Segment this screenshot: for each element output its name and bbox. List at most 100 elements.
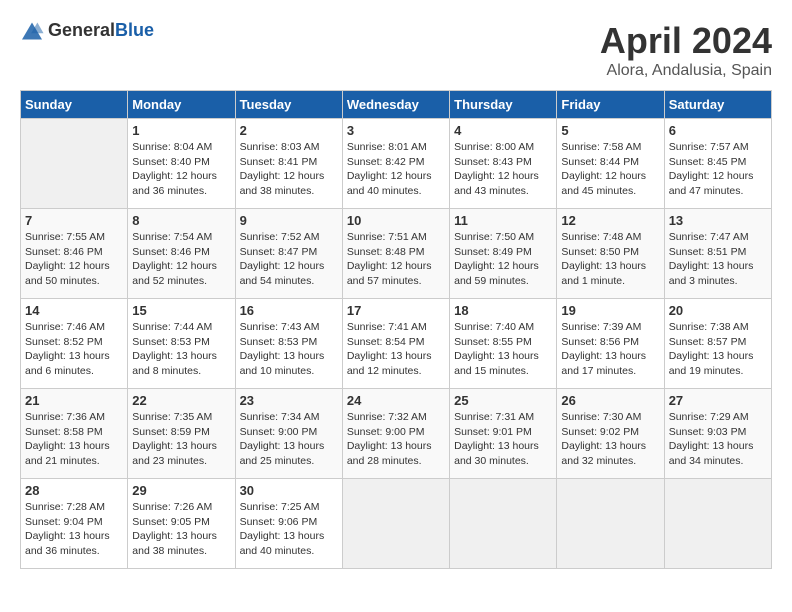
day-number: 13 — [669, 213, 767, 228]
day-number: 7 — [25, 213, 123, 228]
day-info: Sunrise: 7:31 AMSunset: 9:01 PMDaylight:… — [454, 410, 552, 469]
calendar-day-cell: 30 Sunrise: 7:25 AMSunset: 9:06 PMDayligh… — [235, 479, 342, 569]
calendar-week-row: 1 Sunrise: 8:04 AMSunset: 8:40 PMDaylight… — [21, 119, 772, 209]
day-number: 29 — [132, 483, 230, 498]
calendar-day-cell: 4Sunrise: 8:00 AMSunset: 8:43 PMDaylight… — [450, 119, 557, 209]
calendar-day-cell: 2 Sunrise: 8:03 AMSunset: 8:41 PMDaylight… — [235, 119, 342, 209]
day-number: 8 — [132, 213, 230, 228]
calendar-day-cell: 14 Sunrise: 7:46 AMSunset: 8:52 PMDayligh… — [21, 299, 128, 389]
calendar-day-cell: 13 Sunrise: 7:47 AMSunset: 8:51 PMDayligh… — [664, 209, 771, 299]
day-info: Sunrise: 7:46 AMSunset: 8:52 PMDaylight:… — [25, 320, 123, 379]
day-number: 12 — [561, 213, 659, 228]
calendar-day-cell: 21 Sunrise: 7:36 AMSunset: 8:58 PMDayligh… — [21, 389, 128, 479]
day-number: 28 — [25, 483, 123, 498]
day-number: 22 — [132, 393, 230, 408]
day-number: 3 — [347, 123, 445, 138]
weekday-header: Saturday — [664, 91, 771, 119]
weekday-header: Thursday — [450, 91, 557, 119]
day-info: Sunrise: 8:03 AMSunset: 8:41 PMDaylight:… — [240, 140, 338, 199]
day-info: Sunrise: 7:36 AMSunset: 8:58 PMDaylight:… — [25, 410, 123, 469]
day-info: Sunrise: 7:34 AMSunset: 9:00 PMDaylight:… — [240, 410, 338, 469]
day-number: 5 — [561, 123, 659, 138]
calendar-day-cell: 23 Sunrise: 7:34 AMSunset: 9:00 PMDayligh… — [235, 389, 342, 479]
day-info: Sunrise: 8:04 AMSunset: 8:40 PMDaylight:… — [132, 140, 230, 199]
calendar-day-cell — [557, 479, 664, 569]
day-info: Sunrise: 7:40 AMSunset: 8:55 PMDaylight:… — [454, 320, 552, 379]
day-number: 1 — [132, 123, 230, 138]
calendar-week-row: 7Sunrise: 7:55 AMSunset: 8:46 PMDaylight… — [21, 209, 772, 299]
calendar-day-cell: 25Sunrise: 7:31 AMSunset: 9:01 PMDayligh… — [450, 389, 557, 479]
day-number: 4 — [454, 123, 552, 138]
day-info: Sunrise: 7:43 AMSunset: 8:53 PMDaylight:… — [240, 320, 338, 379]
day-number: 21 — [25, 393, 123, 408]
day-number: 23 — [240, 393, 338, 408]
day-info: Sunrise: 7:41 AMSunset: 8:54 PMDaylight:… — [347, 320, 445, 379]
calendar-day-cell: 27 Sunrise: 7:29 AMSunset: 9:03 PMDayligh… — [664, 389, 771, 479]
calendar-day-cell: 12Sunrise: 7:48 AMSunset: 8:50 PMDayligh… — [557, 209, 664, 299]
day-info: Sunrise: 7:30 AMSunset: 9:02 PMDaylight:… — [561, 410, 659, 469]
day-number: 18 — [454, 303, 552, 318]
calendar-day-cell: 6Sunrise: 7:57 AMSunset: 8:45 PMDaylight… — [664, 119, 771, 209]
calendar-week-row: 21 Sunrise: 7:36 AMSunset: 8:58 PMDayligh… — [21, 389, 772, 479]
calendar-day-cell: 20Sunrise: 7:38 AMSunset: 8:57 PMDayligh… — [664, 299, 771, 389]
calendar-day-cell: 22Sunrise: 7:35 AMSunset: 8:59 PMDayligh… — [128, 389, 235, 479]
day-number: 9 — [240, 213, 338, 228]
location-title: Alora, Andalusia, Spain — [600, 62, 772, 80]
calendar-day-cell: 3Sunrise: 8:01 AMSunset: 8:42 PMDaylight… — [342, 119, 449, 209]
day-number: 30 — [240, 483, 338, 498]
logo-text: GeneralBlue — [48, 20, 154, 41]
page-header: GeneralBlue April 2024 Alora, Andalusia,… — [20, 20, 772, 80]
day-number: 27 — [669, 393, 767, 408]
day-number: 11 — [454, 213, 552, 228]
day-info: Sunrise: 7:25 AMSunset: 9:06 PMDaylight:… — [240, 500, 338, 559]
weekday-header: Tuesday — [235, 91, 342, 119]
day-number: 24 — [347, 393, 445, 408]
day-info: Sunrise: 7:44 AMSunset: 8:53 PMDaylight:… — [132, 320, 230, 379]
calendar-day-cell: 7Sunrise: 7:55 AMSunset: 8:46 PMDaylight… — [21, 209, 128, 299]
day-number: 19 — [561, 303, 659, 318]
day-number: 16 — [240, 303, 338, 318]
day-info: Sunrise: 7:38 AMSunset: 8:57 PMDaylight:… — [669, 320, 767, 379]
calendar-table: SundayMondayTuesdayWednesdayThursdayFrid… — [20, 90, 772, 569]
calendar-day-cell: 28 Sunrise: 7:28 AMSunset: 9:04 PMDayligh… — [21, 479, 128, 569]
day-number: 14 — [25, 303, 123, 318]
day-number: 2 — [240, 123, 338, 138]
day-info: Sunrise: 7:28 AMSunset: 9:04 PMDaylight:… — [25, 500, 123, 559]
day-info: Sunrise: 7:54 AMSunset: 8:46 PMDaylight:… — [132, 230, 230, 289]
calendar-day-cell — [342, 479, 449, 569]
weekday-header: Sunday — [21, 91, 128, 119]
weekday-header: Friday — [557, 91, 664, 119]
calendar-day-cell: 8 Sunrise: 7:54 AMSunset: 8:46 PMDaylight… — [128, 209, 235, 299]
day-number: 15 — [132, 303, 230, 318]
calendar-day-cell: 9 Sunrise: 7:52 AMSunset: 8:47 PMDaylight… — [235, 209, 342, 299]
header-row: SundayMondayTuesdayWednesdayThursdayFrid… — [21, 91, 772, 119]
day-info: Sunrise: 7:58 AMSunset: 8:44 PMDaylight:… — [561, 140, 659, 199]
weekday-header: Wednesday — [342, 91, 449, 119]
calendar-day-cell: 15 Sunrise: 7:44 AMSunset: 8:53 PMDayligh… — [128, 299, 235, 389]
weekday-header: Monday — [128, 91, 235, 119]
day-info: Sunrise: 7:51 AMSunset: 8:48 PMDaylight:… — [347, 230, 445, 289]
calendar-day-cell: 17 Sunrise: 7:41 AMSunset: 8:54 PMDayligh… — [342, 299, 449, 389]
logo: GeneralBlue — [20, 20, 154, 41]
calendar-day-cell: 18 Sunrise: 7:40 AMSunset: 8:55 PMDayligh… — [450, 299, 557, 389]
day-number: 26 — [561, 393, 659, 408]
day-info: Sunrise: 7:47 AMSunset: 8:51 PMDaylight:… — [669, 230, 767, 289]
day-number: 10 — [347, 213, 445, 228]
day-info: Sunrise: 7:32 AMSunset: 9:00 PMDaylight:… — [347, 410, 445, 469]
day-info: Sunrise: 7:29 AMSunset: 9:03 PMDaylight:… — [669, 410, 767, 469]
calendar-day-cell: 5 Sunrise: 7:58 AMSunset: 8:44 PMDaylight… — [557, 119, 664, 209]
month-title: April 2024 — [600, 20, 772, 62]
calendar-week-row: 28 Sunrise: 7:28 AMSunset: 9:04 PMDayligh… — [21, 479, 772, 569]
day-info: Sunrise: 7:26 AMSunset: 9:05 PMDaylight:… — [132, 500, 230, 559]
calendar-day-cell — [21, 119, 128, 209]
day-info: Sunrise: 7:57 AMSunset: 8:45 PMDaylight:… — [669, 140, 767, 199]
title-section: April 2024 Alora, Andalusia, Spain — [600, 20, 772, 80]
day-number: 17 — [347, 303, 445, 318]
calendar-day-cell: 26 Sunrise: 7:30 AMSunset: 9:02 PMDayligh… — [557, 389, 664, 479]
calendar-day-cell: 19Sunrise: 7:39 AMSunset: 8:56 PMDayligh… — [557, 299, 664, 389]
calendar-day-cell — [664, 479, 771, 569]
calendar-day-cell: 11Sunrise: 7:50 AMSunset: 8:49 PMDayligh… — [450, 209, 557, 299]
calendar-day-cell: 10 Sunrise: 7:51 AMSunset: 8:48 PMDayligh… — [342, 209, 449, 299]
calendar-day-cell — [450, 479, 557, 569]
day-info: Sunrise: 7:52 AMSunset: 8:47 PMDaylight:… — [240, 230, 338, 289]
